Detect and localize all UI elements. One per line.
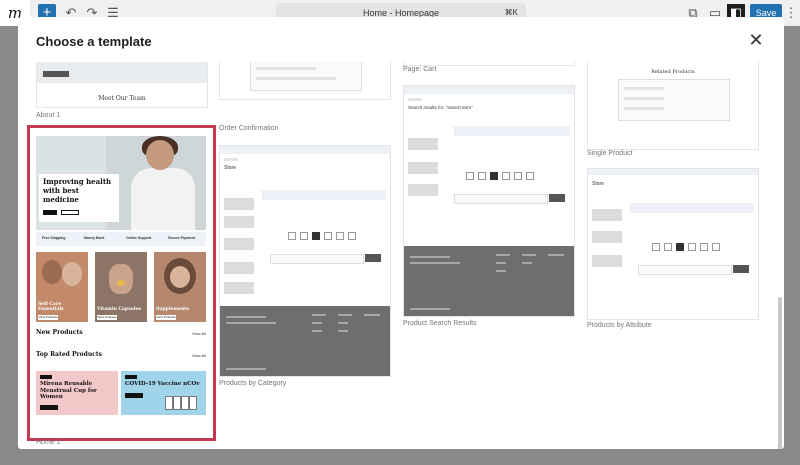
category-label: Supplements [156,307,189,312]
template-card-products-by-category[interactable]: Store [219,145,391,377]
view-all-link: View All [192,353,206,358]
related-products-heading: Related Products [651,69,695,75]
template-label-products-by-category: Products by Category [219,380,287,387]
doctor-image [131,168,195,230]
template-label-home: Home 1 [36,439,61,446]
modal-title: Choose a template [36,34,152,49]
template-label-cart: Page: Cart [403,66,437,73]
modal-scrollbar[interactable] [778,297,782,449]
promo-heading: Mirena Reusable Menstrual Cup for Women [40,381,97,400]
promo-button [125,393,143,398]
close-icon[interactable]: ✕ [746,30,766,50]
template-label-order-confirmation: Order Confirmation [219,125,279,132]
template-label-about: About 1 [36,112,61,119]
template-card-home[interactable]: Improving health with best medicine Free… [27,125,216,441]
feature-title: Free Shipping [42,236,66,240]
promo-banner: Mirena Reusable Menstrual Cup for Women [36,371,118,415]
category-tile: Self Care Essentials View Products [36,252,88,322]
feature-title: Money Back [84,236,105,240]
category-tile: Supplements View Products [154,252,206,322]
category-button: View Products [156,315,176,320]
template-card-product-search-results[interactable]: Search results for: "search term" [403,85,575,317]
hero-secondary-button [61,210,79,215]
feature-title: Online Support [126,236,152,240]
promo-banner: COVID-19 Vaccine nCOv [121,371,206,415]
more-options-icon[interactable]: ⋮ [784,4,798,22]
promo-heading: COVID-19 Vaccine nCOv [125,381,200,387]
about-hero-button [43,71,69,77]
promo-tag [125,375,137,379]
shortcut-hint: ⌘K [504,8,518,17]
template-footer [404,246,574,316]
feature-title: Secure Payment [168,236,196,240]
new-products-heading: New Products [36,329,83,336]
template-label-product-search-results: Product Search Results [403,320,477,327]
category-button: View Products [97,315,117,320]
category-label: Self Care Essentials [38,302,64,312]
promo-button [40,405,58,410]
promo-tag [40,375,52,379]
hero-primary-button [43,210,57,215]
template-card-order-confirmation[interactable] [219,62,391,100]
category-button: View Products [38,315,58,320]
template-card-products-by-attribute[interactable]: Store [587,168,759,320]
template-modal: Choose a template ✕ Meet Our Team About … [18,17,784,449]
template-card-about[interactable]: Meet Our Team [36,62,208,108]
home-features: Free Shipping Money Back Online Support … [36,232,206,246]
template-label-single-product: Single Product [587,150,633,157]
about-team-heading: Meet Our Team [98,95,146,102]
category-tile: Vitamin Capsules View Products [95,252,147,322]
search-results-heading: Search results for: "search term" [408,105,473,110]
attribute-page-heading: Store [592,181,604,187]
category-label: Vitamin Capsules [97,307,141,312]
home-hero: Improving health with best medicine [36,136,206,230]
top-rated-heading: Top Rated Products [36,351,102,358]
template-label-products-by-attribute: Products by Attribute [587,322,652,329]
template-footer [220,306,390,376]
view-all-link: View All [192,331,206,336]
category-page-heading: Store [224,165,236,171]
template-card-single-product[interactable]: Related Products [587,62,759,150]
home-hero-heading: Improving health with best medicine [43,177,112,204]
template-grid: Meet Our Team About 1 Improving health w… [18,62,784,449]
